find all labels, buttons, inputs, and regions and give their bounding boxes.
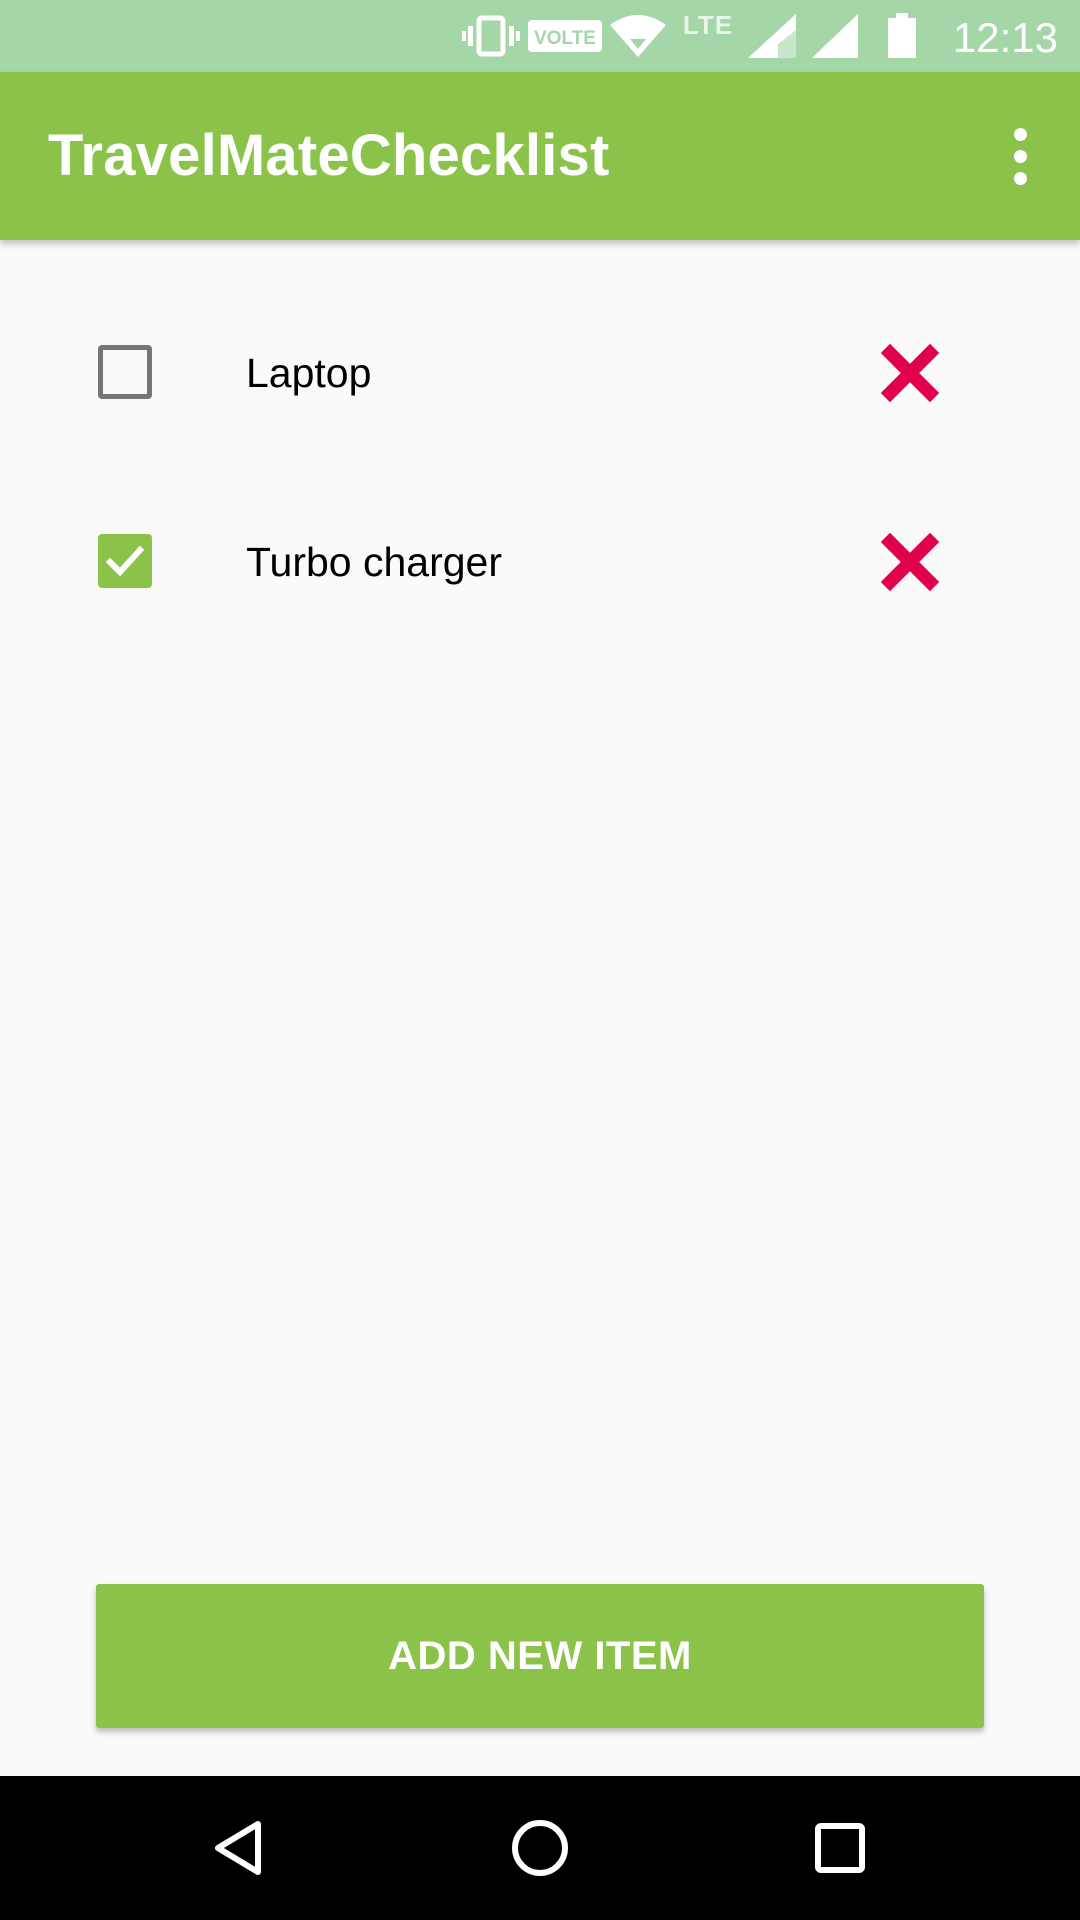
signal-icon [812, 0, 858, 72]
back-icon[interactable] [200, 1808, 280, 1888]
recents-icon[interactable] [800, 1808, 880, 1888]
check-icon [105, 545, 145, 577]
more-vert-icon[interactable] [980, 116, 1060, 196]
close-icon[interactable] [880, 343, 940, 403]
battery-icon [886, 0, 918, 72]
menu-dot [1013, 127, 1027, 141]
volte-icon: VOLTE [528, 0, 602, 72]
volte-label: VOLTE [534, 28, 596, 49]
lte-icon: LTE [680, 0, 736, 72]
close-icon[interactable] [880, 532, 940, 592]
list-item: Turbo charger [0, 489, 1080, 639]
app-title: TravelMateChecklist [48, 123, 610, 188]
wifi-icon [610, 0, 666, 72]
lte-label: LTE [682, 10, 734, 40]
menu-dot [1013, 171, 1027, 185]
vibrate-icon [462, 0, 520, 72]
signal-icon [748, 0, 796, 72]
item-label: Laptop [246, 350, 372, 396]
item-checkbox[interactable] [98, 345, 152, 399]
app-bar: TravelMateChecklist [0, 72, 1080, 240]
list-item: Laptop [0, 300, 1080, 450]
home-icon[interactable] [500, 1808, 580, 1888]
menu-dot [1013, 149, 1027, 163]
add-new-item-button[interactable]: ADD NEW ITEM [96, 1584, 984, 1728]
item-label: Turbo charger [246, 539, 502, 585]
status-bar: VOLTE LTE 12:13 [0, 0, 1080, 72]
item-checkbox[interactable] [98, 534, 152, 588]
nav-bar [0, 1776, 1080, 1920]
status-time: 12:13 [952, 14, 1058, 61]
